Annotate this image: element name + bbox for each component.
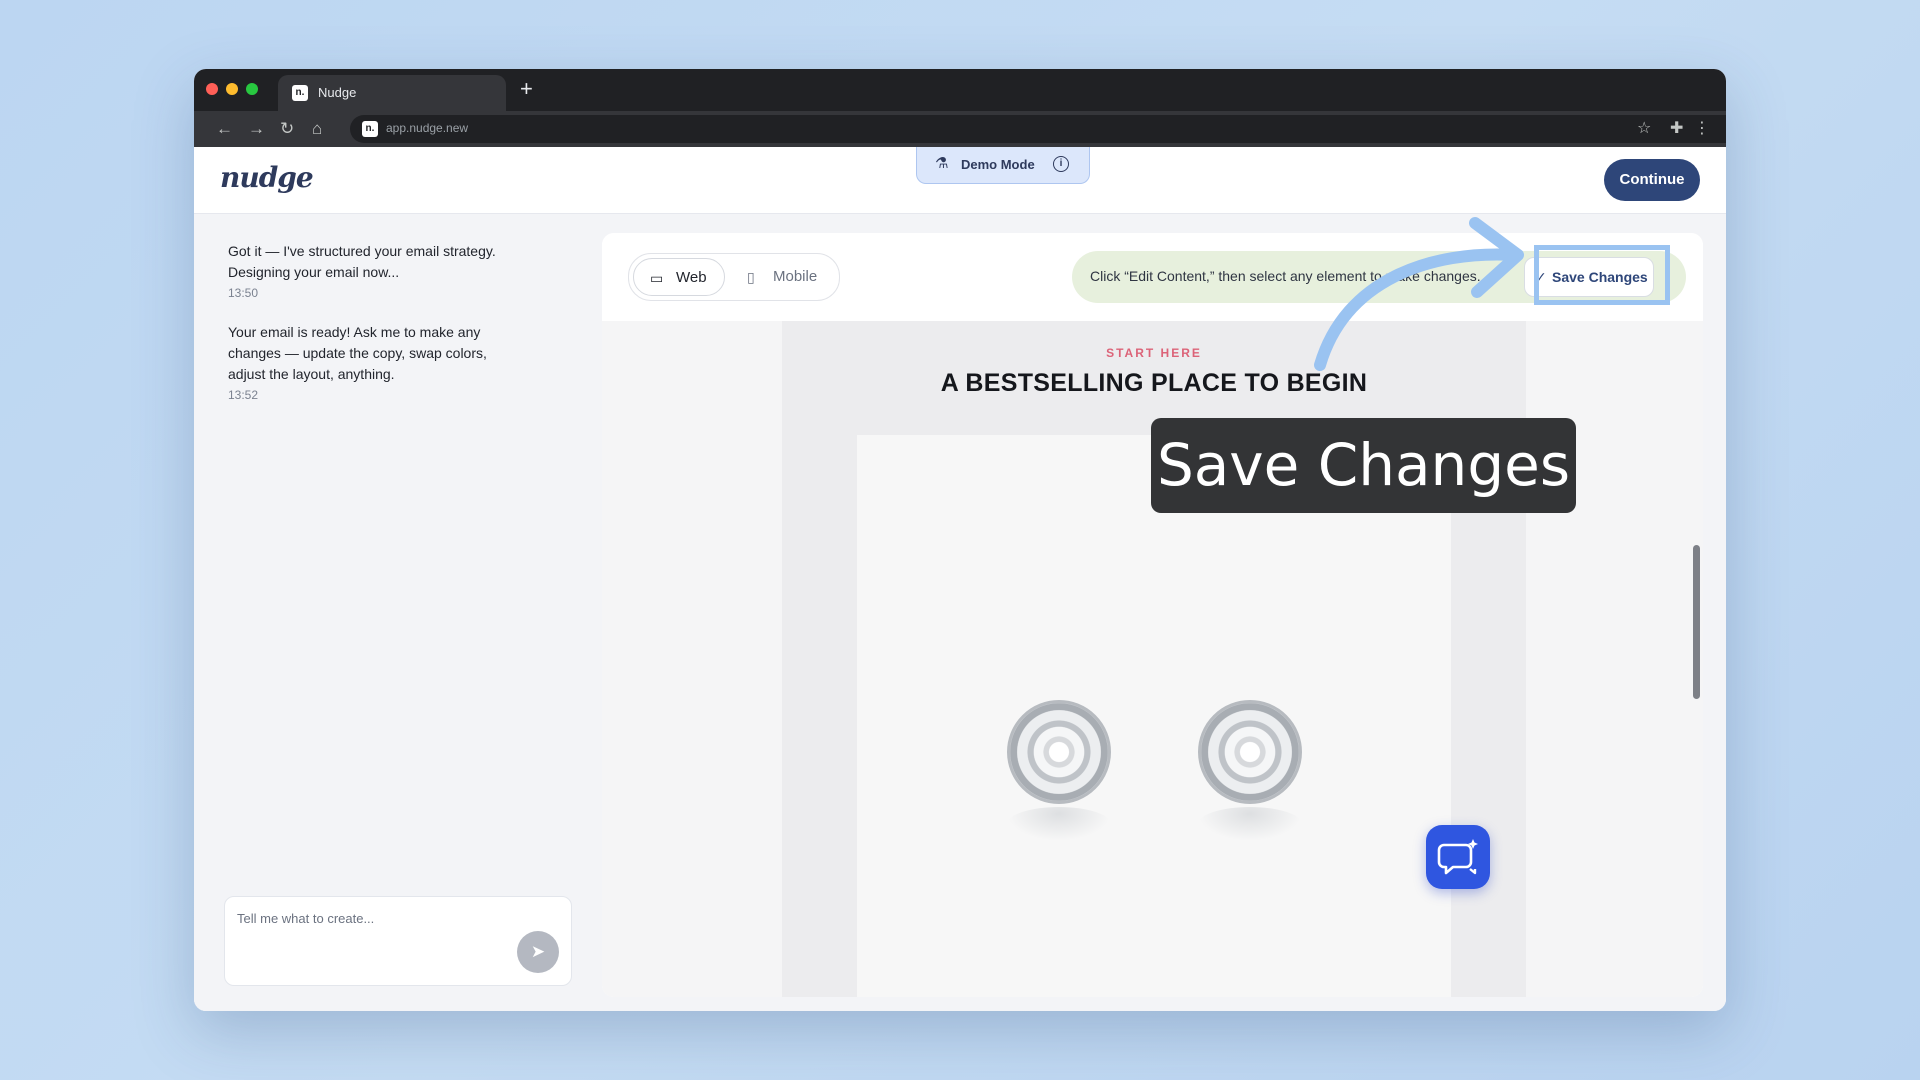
chat-input-box[interactable]: Tell me what to create... ➤ (224, 896, 572, 986)
preview-scrollbar[interactable] (1690, 321, 1703, 997)
menu-icon[interactable]: ⋮ (1694, 118, 1710, 140)
chat-message: Got it — I've structured your email stra… (228, 241, 528, 302)
browser-tab-nudge[interactable]: n. Nudge (278, 75, 506, 111)
close-window-button[interactable] (206, 83, 218, 95)
product-image[interactable] (857, 435, 1451, 997)
back-icon[interactable]: ← (216, 118, 233, 140)
flask-icon: ⚗ (935, 155, 949, 172)
url-text[interactable]: app.nudge.new (386, 121, 468, 135)
tab-title: Nudge (318, 85, 357, 100)
chat-message-time: 13:52 (228, 388, 259, 402)
preview-scrollbar-thumb[interactable] (1693, 545, 1700, 699)
nudge-logo[interactable]: nudge (220, 161, 314, 194)
bookmark-star-icon[interactable]: ☆ (1637, 118, 1651, 140)
monitor-icon: ▭ (650, 270, 664, 286)
info-icon[interactable]: i (1053, 156, 1069, 172)
chat-input-placeholder[interactable]: Tell me what to create... (237, 911, 374, 926)
chat-bubble-icon (1437, 839, 1478, 875)
send-button[interactable]: ➤ (517, 931, 559, 973)
browser-tab-bar: n. Nudge + (194, 69, 1726, 111)
diamond-earring-left (1007, 700, 1111, 804)
send-icon: ➤ (530, 942, 546, 961)
phone-icon: ▯ (747, 269, 755, 285)
chat-panel: Got it — I've structured your email stra… (194, 214, 572, 1011)
web-view-label: Web (676, 269, 707, 286)
mobile-view-label: Mobile (773, 268, 818, 285)
demo-mode-badge[interactable]: ⚗ Demo Mode i (916, 147, 1090, 184)
earring-reflection-left (1007, 807, 1111, 841)
save-changes-highlight (1534, 245, 1670, 305)
maximize-window-button[interactable] (246, 83, 258, 95)
tutorial-tooltip: Save Changes (1151, 418, 1576, 513)
new-tab-button[interactable]: + (520, 76, 533, 102)
chat-message-text: Got it — I've structured your email stra… (228, 243, 496, 280)
diamond-earring-right (1198, 700, 1302, 804)
demo-mode-label: Demo Mode (961, 157, 1035, 172)
chat-support-button[interactable] (1426, 825, 1490, 889)
chat-message-time: 13:50 (228, 286, 259, 300)
minimize-window-button[interactable] (226, 83, 238, 95)
forward-icon[interactable]: → (248, 118, 265, 140)
view-toggle: ▭ Web ▯ Mobile (628, 253, 840, 301)
chat-message-text: Your email is ready! Ask me to make any … (228, 324, 487, 382)
app-header: nudge ⚗ Demo Mode i Continue (194, 147, 1726, 214)
continue-button[interactable]: Continue (1604, 159, 1700, 201)
nudge-favicon-icon: n. (292, 85, 308, 101)
site-favicon-icon: n. (362, 121, 378, 137)
chat-message: Your email is ready! Ask me to make any … (228, 322, 528, 404)
earring-reflection-right (1198, 807, 1302, 841)
extensions-icon[interactable]: ✚ (1670, 118, 1683, 140)
tutorial-arrow-icon (1314, 217, 1524, 371)
address-bar[interactable]: n. app.nudge.new (350, 115, 1726, 143)
browser-toolbar: ← → ↻ ⌂ n. app.nudge.new ☆ ✚ ⋮ (194, 111, 1726, 147)
home-icon[interactable]: ⌂ (312, 118, 322, 140)
reload-icon[interactable]: ↻ (280, 118, 294, 140)
mobile-view-button[interactable]: ▯ Mobile (731, 258, 831, 296)
web-view-button[interactable]: ▭ Web (633, 258, 725, 296)
